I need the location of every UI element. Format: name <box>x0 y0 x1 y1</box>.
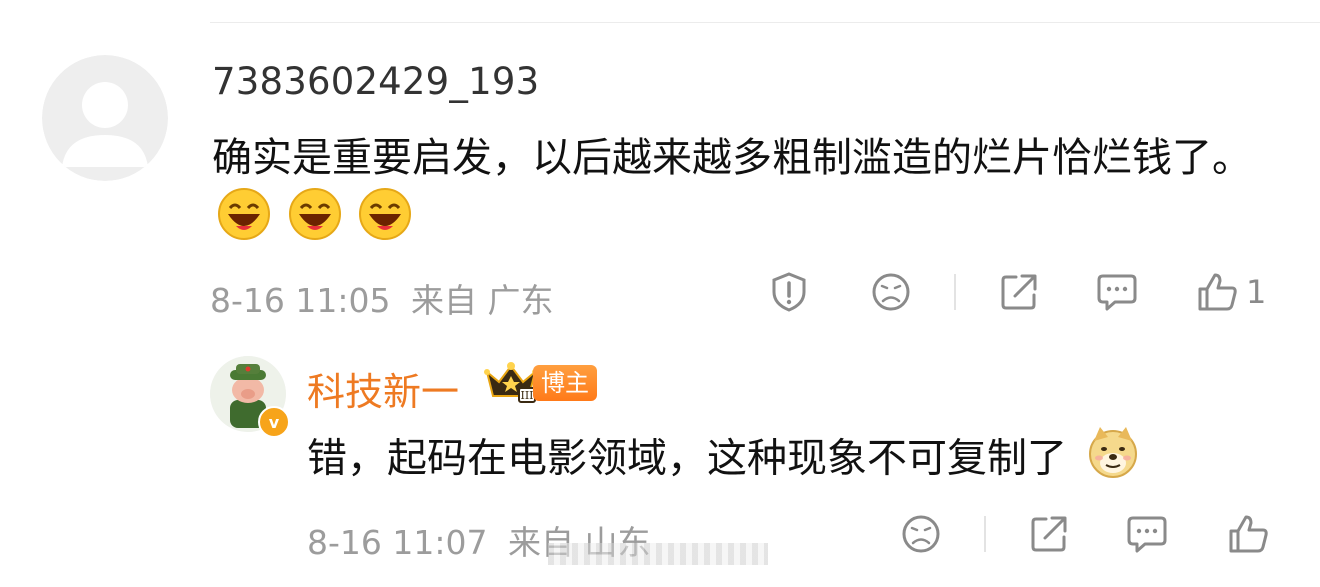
share-icon <box>1031 516 1067 552</box>
thumbs-up-icon <box>1198 273 1237 311</box>
reply-like-button[interactable] <box>1226 513 1272 555</box>
comment-username[interactable]: 7383602429_193 <box>212 60 539 103</box>
reply-button[interactable] <box>1094 271 1140 313</box>
reply-time: 8-16 11:07 <box>307 523 488 562</box>
action-separator <box>954 274 956 310</box>
reply-share-button[interactable] <box>1026 513 1072 555</box>
comment-location: 来自 广东 <box>411 281 554 320</box>
comment-body: 确实是重要启发，以后越来越多粗制滥造的烂片恰烂钱了。 <box>212 135 1252 181</box>
share-icon <box>1001 274 1037 310</box>
reply-dislike-button[interactable] <box>898 513 944 555</box>
top-divider <box>210 22 1320 23</box>
thumbs-up-icon <box>1229 515 1268 553</box>
watermark-blur <box>548 543 768 565</box>
svg-text:III: III <box>520 389 533 402</box>
avatar[interactable] <box>42 55 168 181</box>
blogger-badge: 博主 <box>533 365 597 401</box>
dislike-button[interactable] <box>868 271 914 313</box>
sad-face-icon <box>872 273 910 311</box>
laughing-emoji-icon <box>359 188 412 257</box>
reply-actions <box>898 512 1272 556</box>
comment-bubble-icon <box>1127 516 1167 553</box>
reply-username[interactable]: 科技新一 <box>307 361 459 416</box>
like-count: 1 <box>1246 273 1267 311</box>
laughing-emoji-icon <box>218 188 270 257</box>
reply-text: 错，起码在电影领域，这种现象不可复制了 <box>307 425 1140 496</box>
like-button[interactable]: 1 <box>1196 271 1266 313</box>
comment-text: 确实是重要启发，以后越来越多粗制滥造的烂片恰烂钱了。 <box>212 128 1272 257</box>
report-button[interactable] <box>766 271 812 313</box>
verified-badge-icon: v <box>258 406 290 438</box>
report-shield-icon <box>772 272 806 312</box>
laughing-emoji-icon <box>288 188 341 257</box>
reply-body: 错，起码在电影领域，这种现象不可复制了 <box>307 435 1067 482</box>
comment-actions: 1 <box>766 270 1266 314</box>
comment-meta: 8-16 11:05 来自 广东 <box>210 274 554 322</box>
share-button[interactable] <box>996 271 1042 313</box>
reply-comment-button[interactable] <box>1124 513 1170 555</box>
action-separator <box>984 516 986 552</box>
comment-bubble-icon <box>1097 274 1137 311</box>
comment-time: 8-16 11:05 <box>210 281 391 320</box>
sad-face-icon <box>902 515 940 553</box>
doge-emoji-icon <box>1086 425 1140 496</box>
crown-badge-icon: III <box>483 360 539 408</box>
